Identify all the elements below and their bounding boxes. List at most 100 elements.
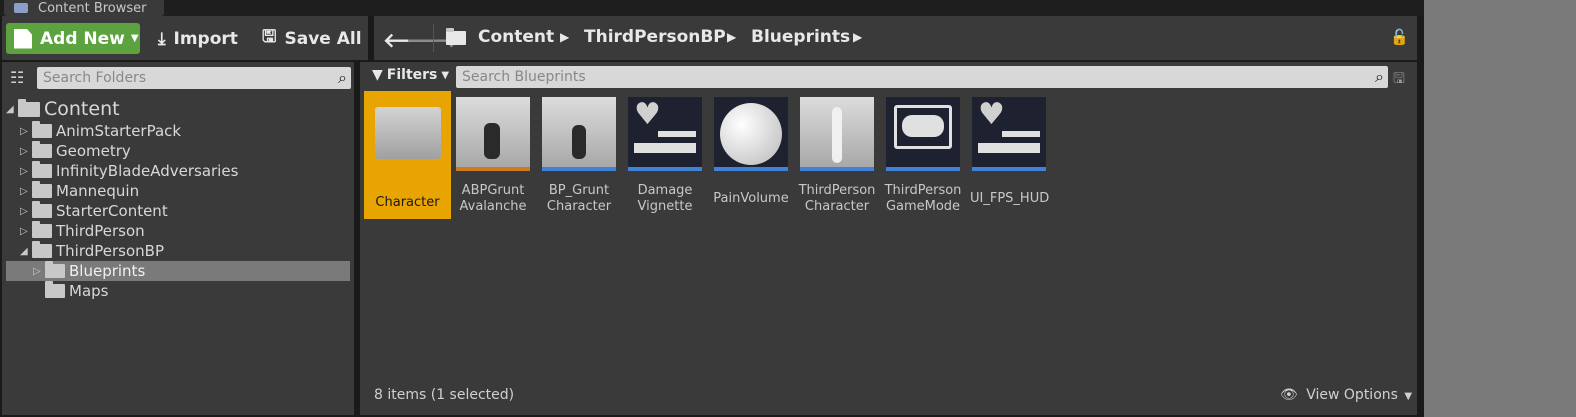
- asset-label-line1: ThirdPerson: [798, 183, 876, 198]
- folder-open-icon: [446, 28, 470, 45]
- search-blueprints-placeholder: Search Blueprints: [462, 69, 586, 85]
- asset-label: UI_FPS_HUD: [970, 191, 1050, 206]
- folder-icon: [32, 181, 52, 198]
- collapse-tree-icon[interactable]: ☷: [10, 68, 24, 87]
- asset-label-line2: Character: [804, 199, 870, 214]
- tree-item-geometry[interactable]: ▷ Geometry: [20, 141, 131, 161]
- asset-tile-character-folder[interactable]: Character: [364, 91, 451, 219]
- tab-content-browser[interactable]: Content Browser: [4, 0, 164, 16]
- asset-tile-thirdperson-gamemode[interactable]: ThirdPerson GameMode: [884, 95, 962, 215]
- divider: [433, 24, 434, 52]
- asset-label-line2: GameMode: [885, 199, 961, 214]
- asset-tile-damage-vignette[interactable]: ♥ Damage Vignette: [626, 95, 704, 215]
- asset-label: Character: [375, 195, 440, 210]
- view-options-label: View Options: [1306, 387, 1398, 403]
- save-all-button[interactable]: 🖫 Save All: [262, 23, 362, 54]
- folder-icon: [32, 241, 52, 258]
- asset-tile-painvolume[interactable]: PainVolume: [712, 95, 790, 207]
- tree-item-infinitybladeadversaries[interactable]: ▷ InfinityBladeAdversaries: [20, 161, 238, 181]
- breadcrumb-separator-icon[interactable]: ▶: [727, 30, 736, 44]
- asset-tile-ui-fps-hud[interactable]: ♥ UI_FPS_HUD: [970, 95, 1050, 207]
- tree-item-mannequin[interactable]: ▷ Mannequin: [20, 181, 139, 201]
- asset-label-line2: Avalanche: [459, 199, 527, 214]
- filters-button[interactable]: ▼ Filters ▼: [372, 67, 449, 83]
- collapsed-arrow-icon[interactable]: ▷: [20, 226, 32, 237]
- asset-tile-bp-grunt-character[interactable]: BP_Grunt Character: [540, 95, 618, 215]
- asset-label-line1: BP_Grunt: [548, 183, 610, 198]
- asset-label-line1: ThirdPerson: [884, 183, 962, 198]
- add-new-button[interactable]: Add New ▼: [6, 23, 140, 54]
- tree-item-thirdperson[interactable]: ▷ ThirdPerson: [20, 221, 145, 241]
- asset-label-line2: Vignette: [637, 199, 693, 214]
- search-icon[interactable]: ⌕: [338, 68, 347, 88]
- search-folders-input[interactable]: Search Folders ⌕: [37, 67, 351, 89]
- content-browser-icon: [14, 3, 28, 13]
- tree-item-label: Geometry: [56, 142, 131, 160]
- character-thumbnail-icon: [542, 97, 616, 171]
- new-document-icon: [14, 28, 32, 49]
- collapsed-arrow-icon[interactable]: ▷: [20, 126, 32, 137]
- collapsed-arrow-icon[interactable]: ▷: [33, 266, 45, 277]
- view-options-button[interactable]: 👁 View Options ▼: [1280, 387, 1412, 403]
- tree-item-content[interactable]: ◢ Content: [6, 98, 120, 120]
- import-icon: ⤓: [158, 28, 166, 49]
- breadcrumb-separator-icon[interactable]: ▶: [560, 30, 569, 44]
- collapsed-arrow-icon[interactable]: ▷: [20, 186, 32, 197]
- tree-item-label: Blueprints: [69, 262, 146, 280]
- folder-icon: [32, 201, 52, 218]
- tree-item-label: Maps: [69, 282, 109, 300]
- tree-item-startercontent[interactable]: ▷ StarterContent: [20, 201, 168, 221]
- breadcrumb-separator-icon[interactable]: ▶: [853, 30, 862, 44]
- import-label: Import: [173, 28, 238, 49]
- breadcrumb-thirdpersonbp[interactable]: ThirdPersonBP: [584, 27, 726, 47]
- tree-item-label: StarterContent: [56, 202, 168, 220]
- folder-icon: [45, 281, 65, 298]
- folder-icon: [45, 261, 65, 278]
- save-search-icon[interactable]: 🖫: [1393, 68, 1405, 92]
- collapsed-arrow-icon[interactable]: ▷: [20, 206, 32, 217]
- folder-icon: [32, 161, 52, 178]
- folder-icon: [32, 141, 52, 158]
- eye-icon: 👁: [1280, 387, 1298, 403]
- tree-item-label: Content: [44, 98, 120, 120]
- filters-label: Filters: [386, 67, 438, 83]
- add-new-label: Add New: [40, 28, 125, 49]
- folder-icon: [374, 107, 441, 159]
- collapsed-arrow-icon[interactable]: ▷: [20, 166, 32, 177]
- tree-item-label: ThirdPerson: [56, 222, 145, 240]
- asset-tile-thirdperson-character[interactable]: ThirdPerson Character: [798, 95, 876, 215]
- chevron-down-icon: ▼: [441, 69, 450, 81]
- expanded-arrow-icon[interactable]: ◢: [6, 104, 18, 115]
- breadcrumb-blueprints[interactable]: Blueprints: [751, 27, 850, 47]
- asset-label-line1: ABPGrunt: [461, 183, 525, 198]
- chevron-down-icon: ▼: [130, 33, 139, 44]
- expanded-arrow-icon[interactable]: ◢: [20, 246, 32, 257]
- tree-item-thirdpersonbp[interactable]: ◢ ThirdPersonBP: [20, 241, 164, 261]
- folder-icon: [18, 98, 40, 117]
- filter-icon: ▼: [372, 67, 383, 83]
- lock-icon[interactable]: 🔓: [1390, 28, 1409, 46]
- tree-item-animstarterpack[interactable]: ▷ AnimStarterPack: [20, 121, 181, 141]
- tree-item-blueprints[interactable]: ▷ Blueprints: [33, 261, 145, 281]
- asset-tile-abpgrunt-avalanche[interactable]: ABPGrunt Avalanche: [454, 95, 532, 215]
- folder-icon: [32, 121, 52, 138]
- status-text: 8 items (1 selected): [374, 387, 515, 403]
- folder-icon: [32, 221, 52, 238]
- character-thumbnail-icon: [456, 97, 530, 171]
- tree-item-maps[interactable]: Maps: [45, 281, 108, 301]
- import-button[interactable]: ⤓ Import: [158, 23, 238, 54]
- asset-label-line1: Damage: [637, 183, 693, 198]
- widget-heart-icon: ♥: [972, 97, 1046, 171]
- breadcrumb-content[interactable]: Content: [478, 27, 554, 47]
- widget-heart-icon: ♥: [628, 97, 702, 171]
- search-icon[interactable]: ⌕: [1375, 67, 1384, 87]
- save-icon: 🖫: [262, 27, 277, 47]
- asset-label: PainVolume: [713, 191, 789, 206]
- tree-item-label: AnimStarterPack: [56, 122, 182, 140]
- search-folders-placeholder: Search Folders: [43, 70, 147, 86]
- collapsed-arrow-icon[interactable]: ▷: [20, 146, 32, 157]
- asset-label-line2: Character: [546, 199, 612, 214]
- save-all-label: Save All: [284, 28, 362, 49]
- gamepad-icon: [886, 97, 960, 171]
- search-blueprints-input[interactable]: Search Blueprints ⌕: [456, 66, 1388, 88]
